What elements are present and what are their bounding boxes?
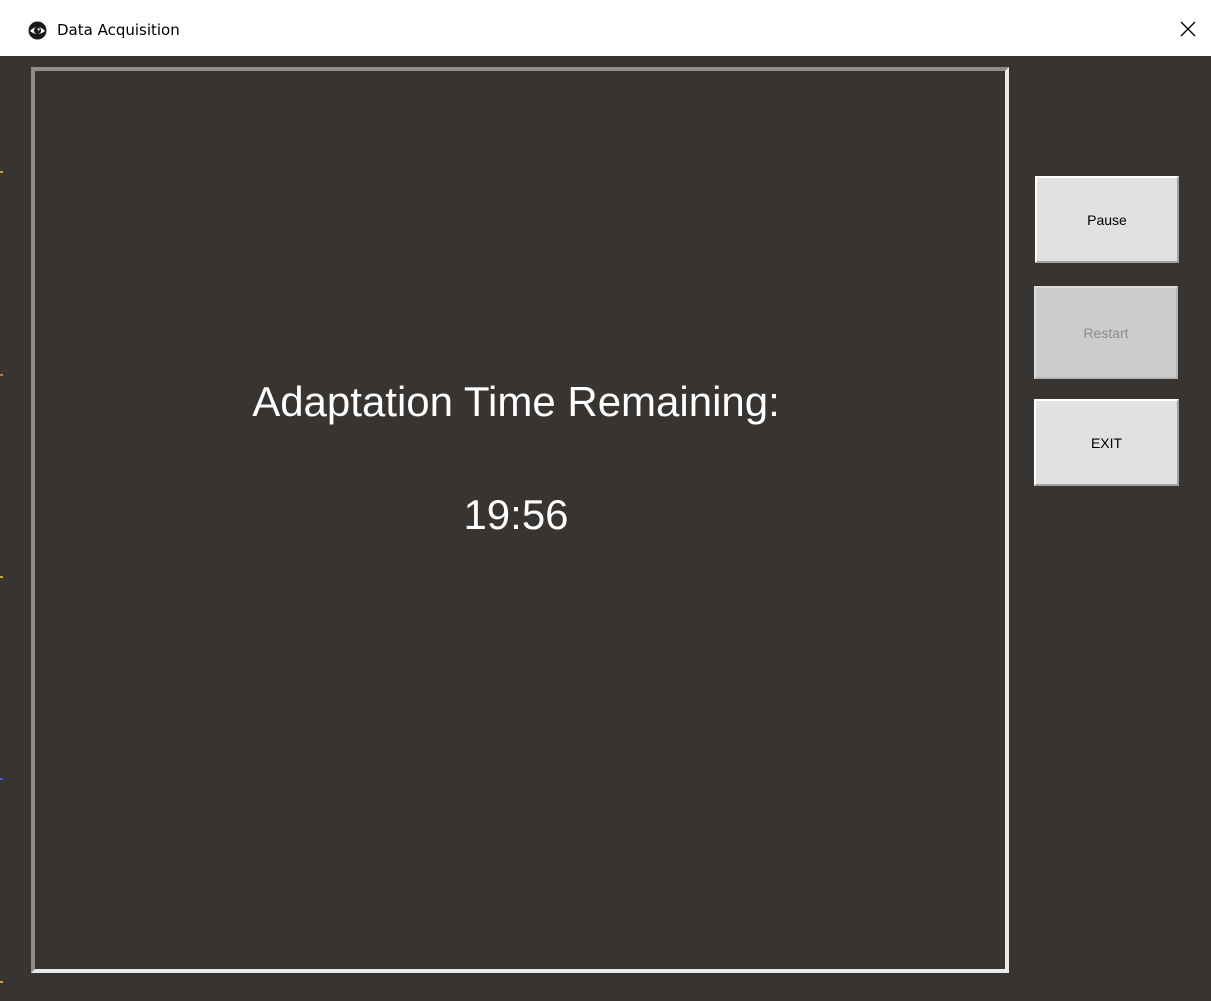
edge-marker bbox=[0, 981, 3, 983]
adaptation-time-value: 19:56 bbox=[463, 491, 569, 538]
window-title: Data Acquisition bbox=[57, 21, 180, 39]
edge-marker bbox=[0, 374, 3, 376]
title-bar[interactable]: Data Acquisition bbox=[0, 0, 1211, 56]
eye-icon bbox=[28, 21, 47, 40]
pause-button[interactable]: Pause bbox=[1035, 176, 1179, 263]
close-button[interactable] bbox=[1165, 8, 1211, 54]
data-acquisition-window: Data Acquisition Adaptation Time Remaini… bbox=[0, 0, 1211, 1001]
display-panel: Adaptation Time Remaining: 19:56 bbox=[31, 67, 1009, 973]
edge-marker bbox=[0, 778, 3, 780]
exit-button[interactable]: EXIT bbox=[1034, 399, 1179, 486]
restart-button[interactable]: Restart bbox=[1034, 286, 1178, 379]
close-icon bbox=[1180, 21, 1196, 42]
edge-marker bbox=[0, 171, 3, 173]
edge-marker bbox=[0, 576, 3, 578]
left-edge-markers bbox=[0, 56, 3, 1001]
adaptation-time-label: Adaptation Time Remaining: bbox=[252, 378, 780, 425]
